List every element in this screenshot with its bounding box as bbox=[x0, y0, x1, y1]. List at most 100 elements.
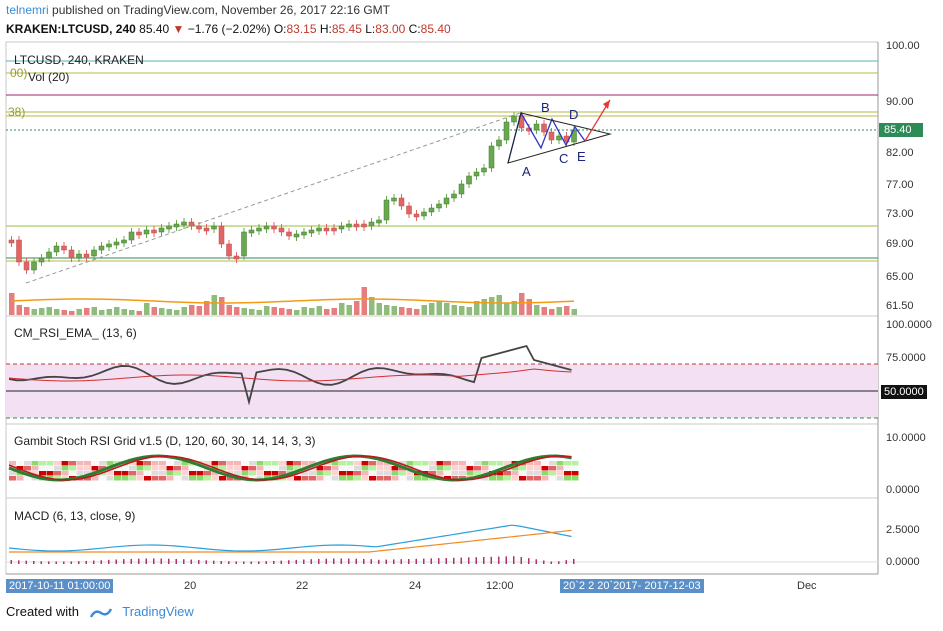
stoch-grid-cell bbox=[166, 476, 174, 481]
stoch-grid-cell bbox=[69, 466, 76, 471]
stoch-grid-cell bbox=[346, 461, 354, 466]
candle-body bbox=[23, 261, 30, 271]
macd-hist-bar bbox=[280, 560, 282, 564]
stoch-grid-cell bbox=[354, 471, 361, 476]
stoch-grid-cell bbox=[151, 471, 159, 476]
price-tick: 65.00 bbox=[886, 271, 914, 283]
candle-body bbox=[391, 197, 397, 202]
stoch-grid-cell bbox=[129, 476, 136, 481]
stoch-grid-cell bbox=[354, 476, 361, 481]
macd-hist-bar bbox=[460, 557, 462, 564]
stoch-grid-cell bbox=[369, 476, 376, 481]
price-tick: 73.00 bbox=[886, 208, 914, 220]
candle-body bbox=[263, 225, 270, 230]
volume-bar bbox=[444, 303, 450, 315]
rsi-mid-tag: 50.0000 bbox=[881, 385, 927, 399]
macd-hist-bar bbox=[430, 558, 432, 564]
macd-hist-bar bbox=[468, 557, 470, 564]
chart-canvas[interactable] bbox=[0, 0, 943, 631]
tradingview-link[interactable]: TradingView bbox=[122, 604, 194, 619]
stoch-grid-cell bbox=[556, 466, 564, 471]
stoch-grid-cell bbox=[174, 461, 181, 466]
macd-hist-bar bbox=[108, 559, 110, 564]
candle-body bbox=[541, 123, 547, 133]
candle-body bbox=[533, 123, 540, 131]
volume-bar bbox=[84, 308, 90, 315]
stoch-grid-cell bbox=[549, 466, 556, 471]
stoch-grid-cell bbox=[76, 466, 84, 471]
stoch-grid-cell bbox=[151, 476, 159, 481]
stoch-grid-cell bbox=[556, 471, 564, 476]
stoch-grid-cell bbox=[369, 461, 376, 466]
price-tick: 90.00 bbox=[886, 96, 914, 108]
macd-hist-bar bbox=[385, 559, 387, 564]
rsi-tick: 100.0000 bbox=[886, 319, 932, 331]
stoch-grid-cell bbox=[309, 476, 316, 481]
macd-hist-bar bbox=[70, 561, 72, 564]
stoch-grid-cell bbox=[39, 466, 46, 471]
candle-body bbox=[113, 241, 120, 246]
stoch-grid-cell bbox=[211, 476, 219, 481]
volume-bar bbox=[376, 303, 382, 315]
macd-hist-bar bbox=[325, 558, 327, 564]
stoch-grid-cell bbox=[526, 476, 534, 481]
stoch-grid-cell bbox=[151, 461, 159, 466]
volume-bar bbox=[556, 307, 562, 315]
stoch-grid-cell bbox=[361, 476, 369, 481]
macd-hist-bar bbox=[63, 561, 65, 564]
stoch-grid-cell bbox=[159, 471, 166, 476]
volume-bar bbox=[234, 307, 240, 315]
stoch-grid-cell bbox=[106, 476, 114, 481]
candle-body bbox=[368, 221, 375, 227]
candles-group bbox=[8, 112, 577, 274]
volume-bar bbox=[54, 309, 60, 315]
macd-hist-bar bbox=[520, 557, 522, 564]
stoch-grid-cell bbox=[249, 471, 256, 476]
time-range-end-tag: 20`2 2 20`2017- 2017-12-03 bbox=[560, 579, 704, 593]
stoch-grid-cell bbox=[451, 471, 459, 476]
stoch-grid-cell bbox=[466, 466, 474, 471]
price-tick: 77.00 bbox=[886, 179, 914, 191]
stoch-grid-cell bbox=[466, 471, 474, 476]
candle-body bbox=[218, 225, 225, 245]
stoch-grid-cell bbox=[549, 471, 556, 476]
volume-bar bbox=[166, 309, 172, 315]
candle-body bbox=[503, 121, 510, 141]
candle-body bbox=[83, 253, 90, 258]
stoch-grid-cell bbox=[219, 461, 226, 466]
stoch-grid-cell bbox=[256, 466, 264, 471]
macd-hist-bar bbox=[408, 559, 410, 564]
macd-hist-bar bbox=[445, 558, 447, 564]
stoch-grid-cell bbox=[391, 471, 399, 476]
stoch-grid-cell bbox=[99, 476, 106, 481]
stoch-grid-cell bbox=[9, 476, 16, 481]
volume-bar bbox=[241, 308, 247, 315]
wave-label-b: B bbox=[541, 100, 550, 115]
volume-bar bbox=[16, 305, 22, 315]
stoch-grid-cell bbox=[339, 466, 346, 471]
candle-body bbox=[46, 251, 52, 259]
stoch-grid-cell bbox=[241, 461, 249, 466]
macd-hist-bar bbox=[310, 559, 312, 564]
macd-hist-bar bbox=[25, 560, 27, 564]
stoch-grid-cell bbox=[519, 476, 526, 481]
time-tick: 20 bbox=[184, 580, 197, 592]
stoch-grid-cell bbox=[46, 466, 54, 471]
stoch-grid-cell bbox=[166, 466, 174, 471]
macd-hist-bar bbox=[370, 559, 372, 564]
candle-body bbox=[458, 183, 465, 195]
stoch-grid-cell bbox=[384, 476, 391, 481]
macd-hist-bar bbox=[213, 560, 215, 564]
volume-bar bbox=[24, 307, 30, 315]
stoch-grid-cell bbox=[69, 461, 76, 466]
candle-body bbox=[376, 219, 382, 224]
candle-body bbox=[428, 207, 435, 213]
macd-hist-bar bbox=[318, 558, 320, 564]
stoch-grid-cell bbox=[571, 476, 579, 481]
stoch-grid-cell bbox=[459, 466, 466, 471]
volume-bar bbox=[384, 305, 390, 315]
stoch-grid-cell bbox=[391, 476, 399, 481]
volume-bar bbox=[294, 310, 300, 315]
candle-body bbox=[53, 245, 60, 253]
stoch-grid-cell bbox=[414, 476, 421, 481]
